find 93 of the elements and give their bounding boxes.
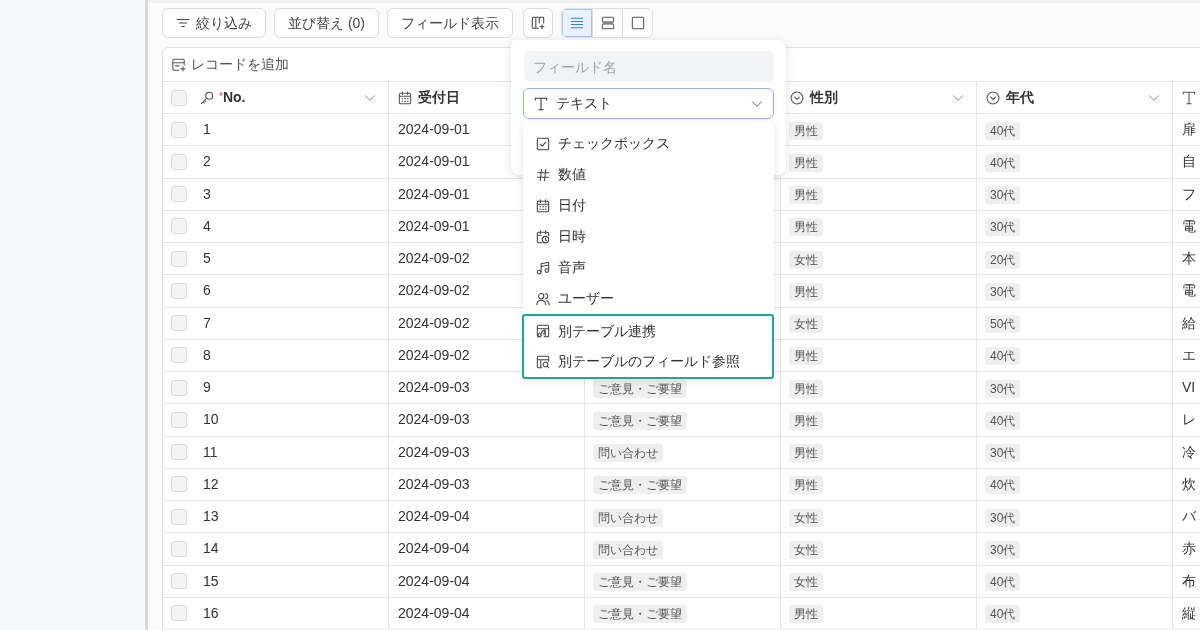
cell-text: エ <box>1182 345 1196 365</box>
age-group-tag: 20代 <box>985 250 1021 269</box>
column-header: 受付日 <box>418 88 460 107</box>
gender-tag: 男性 <box>789 411 823 430</box>
category-tag: ご意見・ご要望 <box>593 379 687 398</box>
cell-text: 布 <box>1182 571 1196 591</box>
date-text: 2024-09-04 <box>398 507 470 527</box>
gender-tag: 女性 <box>789 315 823 334</box>
row-number: 16 <box>203 603 219 623</box>
row-number: 2 <box>203 152 211 172</box>
date-text: 2024-09-03 <box>398 378 470 398</box>
age-group-tag: 40代 <box>985 476 1021 495</box>
date-text: 2024-09-01 <box>398 216 470 236</box>
age-group-tag: 30代 <box>985 379 1021 398</box>
row-number: 7 <box>203 313 211 333</box>
gender-tag: 男性 <box>789 153 823 172</box>
cell-text: 冷 <box>1182 442 1196 462</box>
category-tag: 問い合わせ <box>593 508 663 527</box>
row-number: 15 <box>203 571 219 591</box>
row-number: 8 <box>203 345 211 365</box>
gender-tag: 男性 <box>789 282 823 301</box>
category-tag: ご意見・ご要望 <box>593 411 687 430</box>
age-group-tag: 40代 <box>985 411 1021 430</box>
age-group-tag: 40代 <box>985 347 1021 366</box>
age-group-tag: 30代 <box>985 444 1021 463</box>
row-number: 6 <box>203 281 211 301</box>
category-tag: ご意見・ご要望 <box>593 573 687 592</box>
row-number: 1 <box>203 120 211 140</box>
cell-text: 本 <box>1182 249 1196 269</box>
age-group-tag: 40代 <box>985 605 1021 624</box>
gender-tag: 男性 <box>789 379 823 398</box>
date-text: 2024-09-04 <box>398 603 470 623</box>
cell-text: レ <box>1182 410 1196 430</box>
cell-text: 給 <box>1182 313 1196 333</box>
date-text: 2024-09-02 <box>398 249 470 269</box>
cell-text: 電 <box>1182 281 1196 301</box>
cell-text: 自 <box>1182 152 1196 172</box>
gender-tag: 男性 <box>789 444 823 463</box>
date-text: 2024-09-04 <box>398 539 470 559</box>
column-header: No. <box>222 88 246 107</box>
cell-text: バ <box>1182 507 1196 527</box>
row-number: 10 <box>203 410 219 430</box>
gender-tag: 女性 <box>789 540 823 559</box>
category-tag: 問い合わせ <box>593 540 663 559</box>
date-text: 2024-09-02 <box>398 345 470 365</box>
row-number: 14 <box>203 539 219 559</box>
date-text: 2024-09-03 <box>398 474 470 494</box>
cell-text: VI <box>1182 378 1196 398</box>
age-group-tag: 30代 <box>985 218 1021 237</box>
age-group-tag: 30代 <box>985 540 1021 559</box>
gender-tag: 男性 <box>789 476 823 495</box>
date-text: 2024-09-02 <box>398 281 470 301</box>
age-group-tag: 40代 <box>985 573 1021 592</box>
required-mark: * <box>219 90 223 104</box>
row-number: 3 <box>203 184 211 204</box>
gender-tag: 男性 <box>789 186 823 205</box>
age-group-tag: 30代 <box>985 508 1021 527</box>
gender-tag: 女性 <box>789 573 823 592</box>
age-group-tag: 40代 <box>985 153 1021 172</box>
date-text: 2024-09-01 <box>398 152 470 172</box>
age-group-tag: 30代 <box>985 186 1021 205</box>
cell-text: 縦 <box>1182 603 1196 623</box>
cell-text: 扉 <box>1182 120 1196 140</box>
age-group-tag: 30代 <box>985 282 1021 301</box>
category-tag: ご意見・ご要望 <box>593 476 687 495</box>
row-number: 9 <box>203 378 211 398</box>
category-tag: 問い合わせ <box>593 444 663 463</box>
gender-tag: 男性 <box>789 605 823 624</box>
column-header: 性別 <box>810 88 838 107</box>
row-number: 4 <box>203 216 211 236</box>
row-number: 13 <box>203 507 219 527</box>
date-text: 2024-09-01 <box>398 184 470 204</box>
gender-tag: 男性 <box>789 218 823 237</box>
cell-text: 炊 <box>1182 474 1196 494</box>
row-number: 11 <box>203 442 218 462</box>
age-group-tag: 50代 <box>985 315 1021 334</box>
date-text: 2024-09-04 <box>398 571 470 591</box>
column-header: 年代 <box>1006 88 1034 107</box>
date-text: 2024-09-02 <box>398 313 470 333</box>
cell-text: 電 <box>1182 216 1196 236</box>
gender-tag: 男性 <box>789 121 823 140</box>
gender-tag: 女性 <box>789 250 823 269</box>
gender-tag: 男性 <box>789 347 823 366</box>
cell-text: 赤 <box>1182 539 1196 559</box>
date-text: 2024-09-01 <box>398 120 470 140</box>
age-group-tag: 40代 <box>985 121 1021 140</box>
date-text: 2024-09-03 <box>398 442 470 462</box>
category-tag: ご意見・ご要望 <box>593 605 687 624</box>
row-number: 5 <box>203 249 211 269</box>
row-number: 12 <box>203 474 219 494</box>
cell-text: フ <box>1182 184 1196 204</box>
gender-tag: 女性 <box>789 508 823 527</box>
date-text: 2024-09-03 <box>398 410 470 430</box>
